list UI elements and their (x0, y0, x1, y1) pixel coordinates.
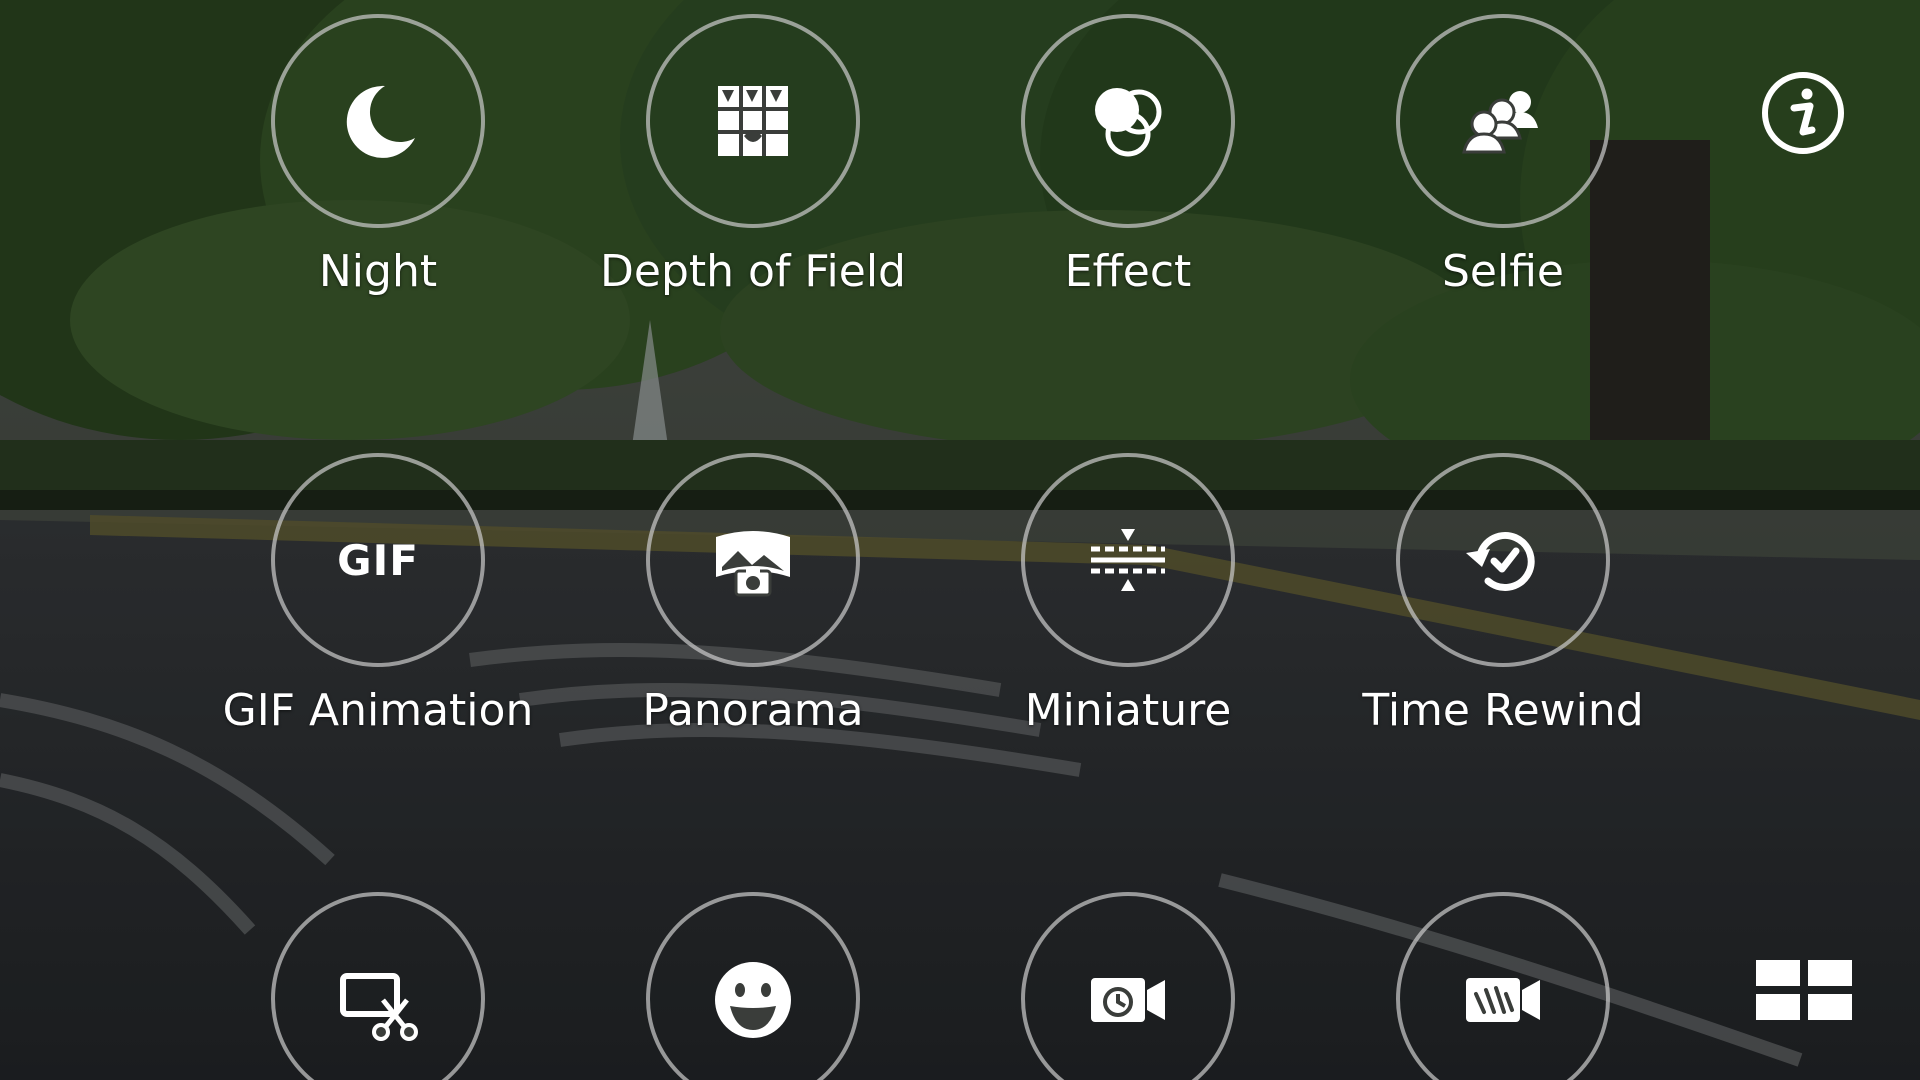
mode-night[interactable]: Night (188, 14, 568, 298)
mode-video-trim[interactable] (188, 892, 568, 1080)
mode-selfie[interactable]: Selfie (1313, 14, 1693, 298)
slow-motion-video-icon (1466, 978, 1540, 1022)
mode-sticker[interactable] (563, 892, 943, 1080)
mode-ring: GIF (271, 453, 485, 667)
miniature-icon (1091, 529, 1165, 591)
mode-label: Night (318, 246, 438, 297)
mode-ring (271, 14, 485, 228)
mode-depth-of-field[interactable]: Depth of Field (563, 14, 943, 298)
mode-ring (1396, 453, 1610, 667)
mode-label: Time Rewind (1362, 685, 1644, 736)
mode-label: Selfie (1441, 246, 1564, 297)
mode-effect[interactable]: Effect (938, 14, 1318, 298)
mode-ring (1021, 14, 1235, 228)
mode-ring (1021, 892, 1235, 1080)
time-rewind-icon (1466, 531, 1535, 591)
video-trim-icon (340, 973, 418, 1041)
gif-icon: GIF (337, 535, 419, 585)
mode-ring (1021, 453, 1235, 667)
timelapse-video-icon (1091, 978, 1165, 1022)
mode-label: Panorama (642, 685, 864, 736)
mode-timelapse[interactable] (938, 892, 1318, 1080)
effect-circles-icon (1095, 88, 1162, 157)
camera-mode-screen: Night Depth of Field Effect Selfie GIF G… (0, 0, 1920, 1080)
mode-label: Depth of Field (600, 246, 906, 297)
mode-panorama[interactable]: Panorama (563, 453, 943, 737)
grid-view-button[interactable] (1754, 958, 1854, 1024)
mode-ring (1396, 892, 1610, 1080)
mode-ring (646, 892, 860, 1080)
mode-ring (1396, 14, 1610, 228)
info-icon (1762, 72, 1844, 154)
mode-slow-motion[interactable] (1313, 892, 1693, 1080)
group-selfie-icon (1462, 91, 1538, 154)
panorama-icon (716, 531, 790, 597)
moon-icon (346, 85, 415, 158)
mode-time-rewind[interactable]: Time Rewind (1313, 453, 1693, 737)
mode-label: Effect (1064, 246, 1192, 297)
mode-miniature[interactable]: Miniature (938, 453, 1318, 737)
info-button[interactable] (1760, 70, 1846, 156)
mode-ring (646, 453, 860, 667)
mode-label: GIF Animation (222, 685, 534, 736)
mode-ring (271, 892, 485, 1080)
mode-ring (646, 14, 860, 228)
mode-label: Miniature (1024, 685, 1232, 736)
grid-view-icon (1756, 960, 1852, 1020)
depth-of-field-icon (718, 86, 788, 156)
mode-gif-animation[interactable]: GIF GIF Animation (188, 453, 568, 737)
smiley-icon (715, 962, 791, 1038)
